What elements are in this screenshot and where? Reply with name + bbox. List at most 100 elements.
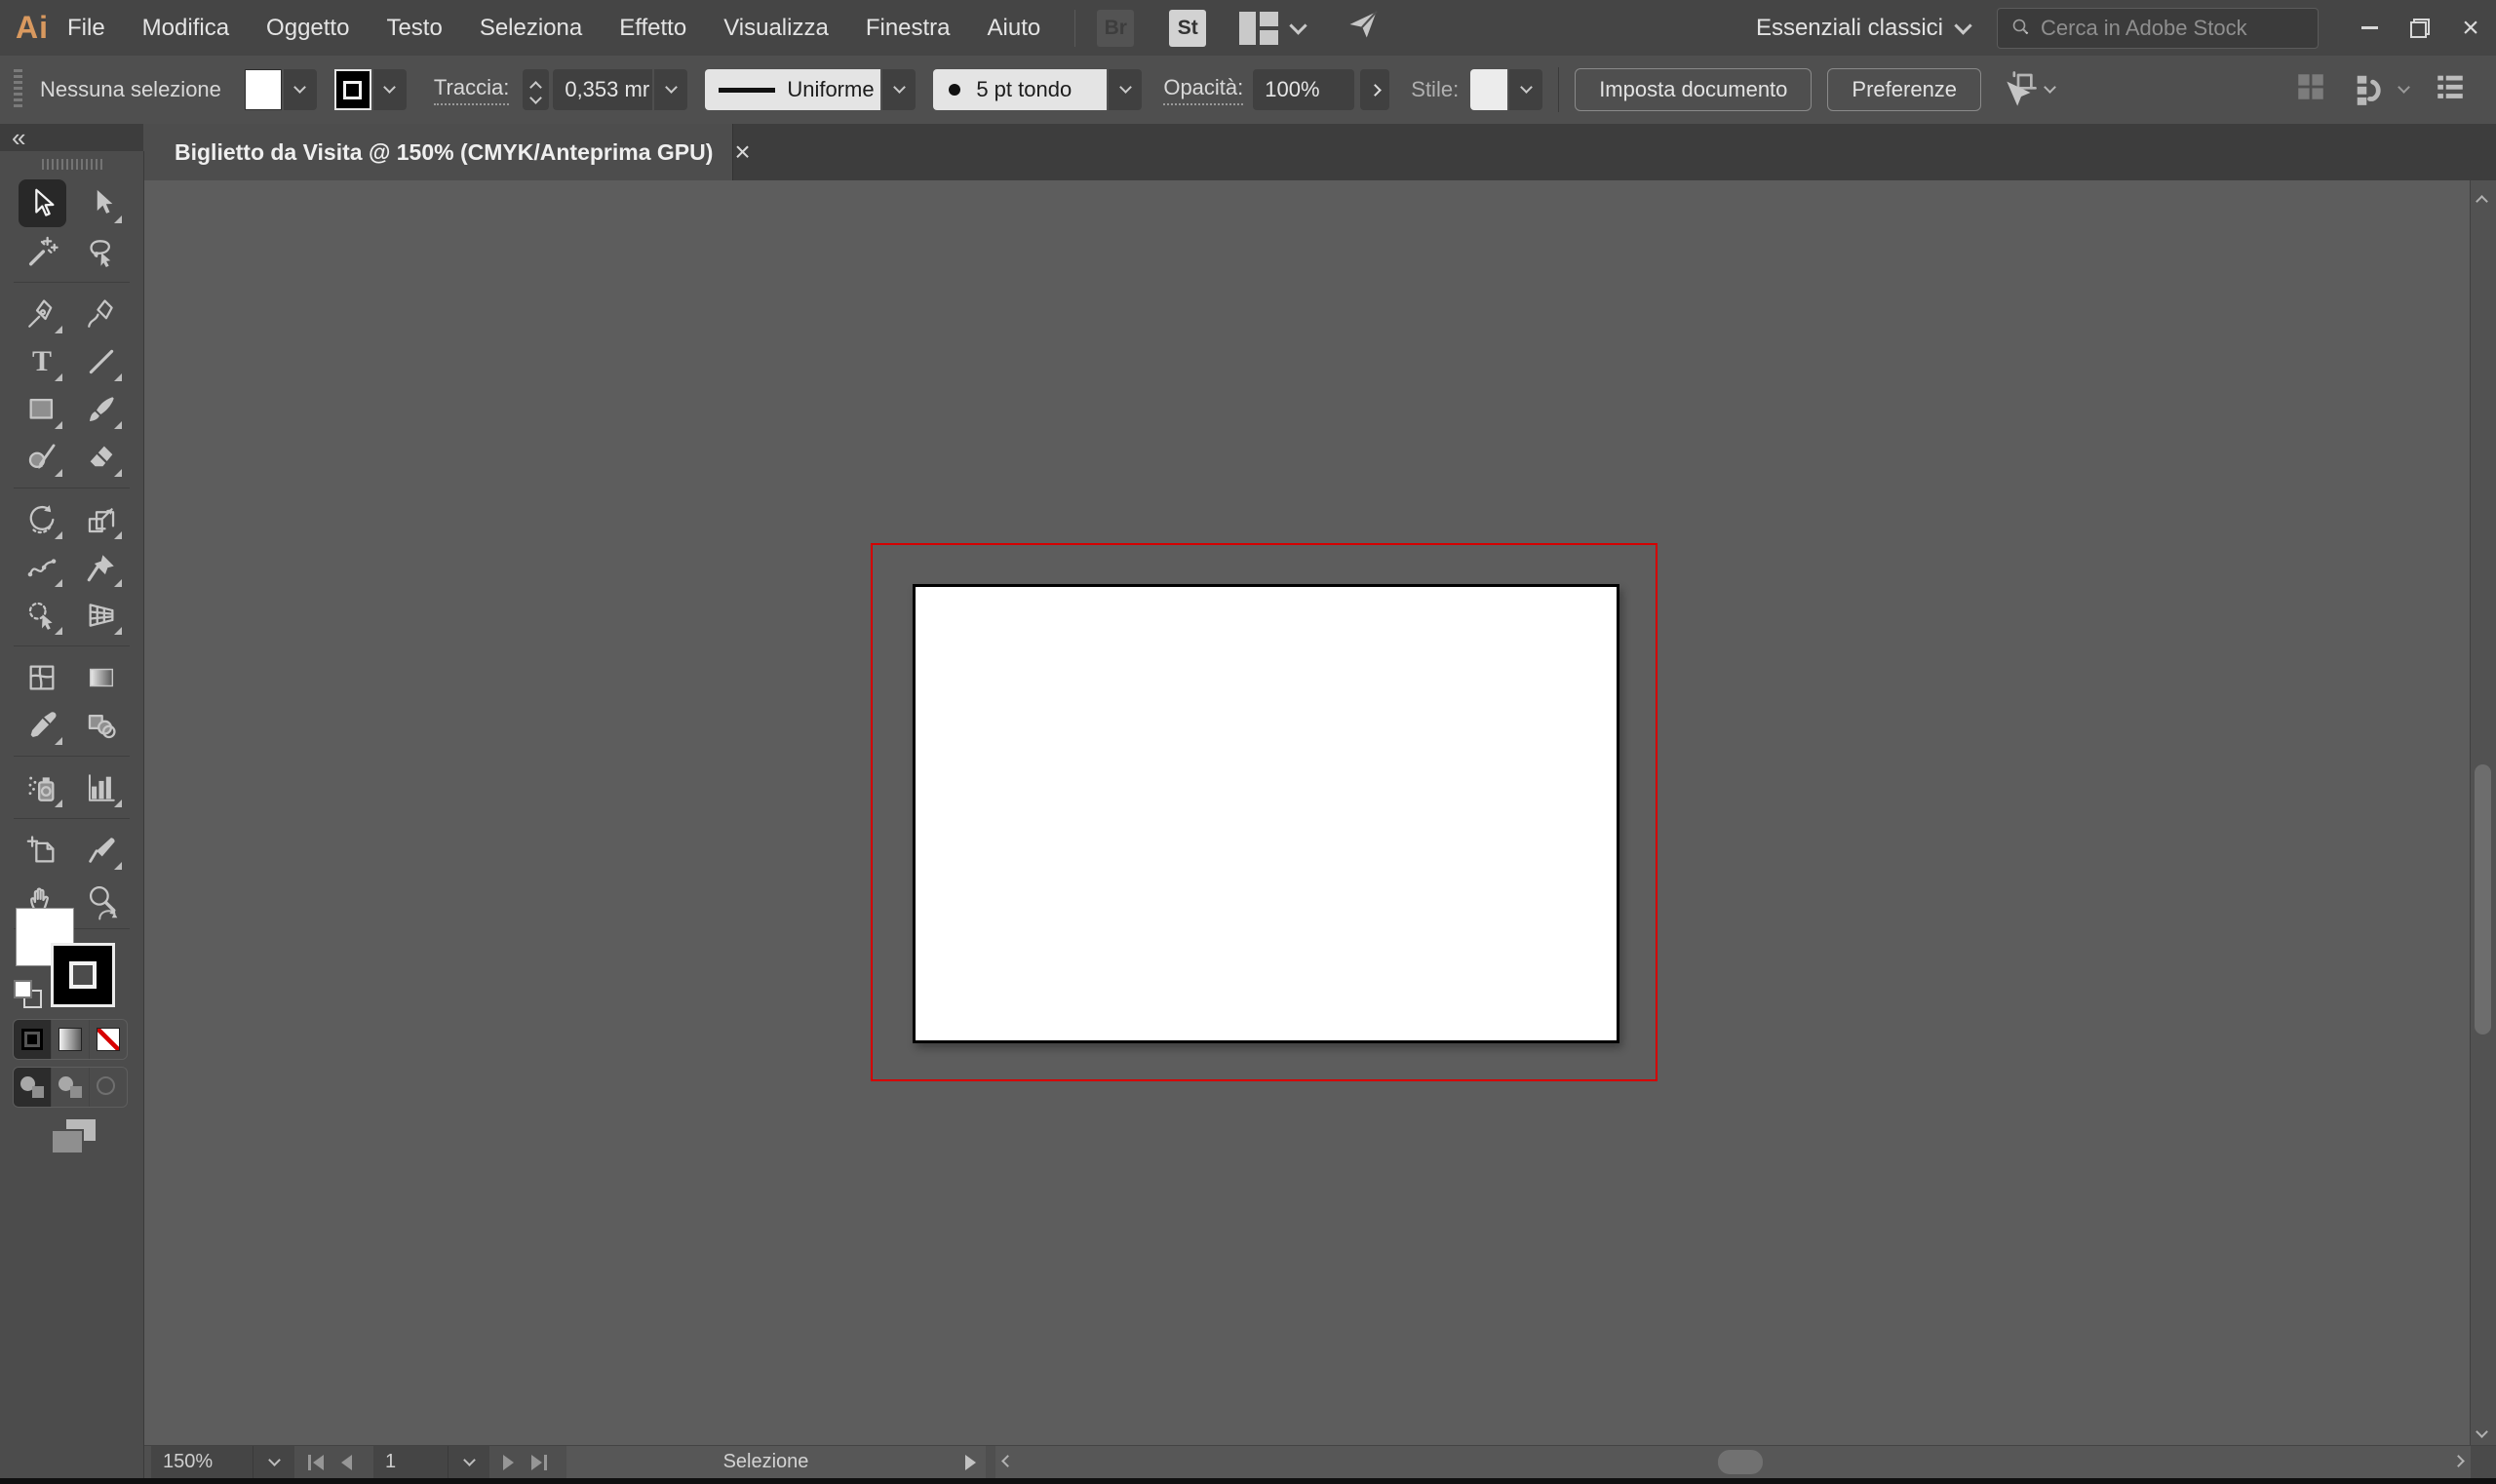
properties-list-icon[interactable] [2434, 70, 2467, 109]
mesh-tool[interactable] [19, 653, 66, 701]
menu-aiuto[interactable]: Aiuto [969, 15, 1060, 42]
menu-testo[interactable]: Testo [368, 15, 460, 42]
stroke-color-control[interactable] [334, 69, 407, 110]
scroll-right-icon[interactable] [2452, 1455, 2465, 1467]
eyedropper-tool[interactable] [19, 701, 66, 749]
stroke-weight-label[interactable]: Traccia: [434, 75, 509, 105]
vertical-scroll-thumb[interactable] [2475, 764, 2491, 1035]
brush-definition-chevron-button[interactable] [1109, 69, 1142, 110]
snap-chevron-icon[interactable] [2398, 81, 2410, 94]
blend-tool[interactable] [78, 701, 126, 749]
minimize-button[interactable] [2344, 7, 2395, 50]
shape-builder-tool[interactable] [19, 591, 66, 639]
selection-tool[interactable] [19, 179, 66, 227]
paintbrush-tool[interactable] [78, 385, 126, 433]
bridge-button[interactable]: Br [1097, 10, 1134, 47]
zoom-dropdown-button[interactable] [253, 1446, 294, 1478]
menu-seleziona[interactable]: Seleziona [461, 15, 601, 42]
vertical-scrollbar[interactable] [2470, 180, 2496, 1446]
stock-button[interactable]: St [1169, 10, 1206, 47]
zoom-level-field[interactable]: 150% [151, 1446, 253, 1478]
style-swatch[interactable] [1470, 69, 1507, 110]
gradient-tool[interactable] [78, 653, 126, 701]
stroke-profile-chevron-button[interactable] [882, 69, 916, 110]
gradient-button[interactable] [52, 1020, 90, 1059]
stroke-swatch[interactable] [334, 69, 371, 110]
panel-grip-icon[interactable] [14, 69, 22, 110]
color-button[interactable] [14, 1020, 52, 1059]
curvature-tool[interactable] [78, 290, 126, 337]
isolate-chevron-icon[interactable] [2044, 81, 2056, 94]
eraser-tool[interactable] [78, 433, 126, 481]
opacity-input[interactable]: 100% [1253, 69, 1354, 110]
shaper-tool[interactable] [19, 433, 66, 481]
close-button[interactable]: × [2445, 7, 2496, 50]
first-artboard-button[interactable] [308, 1455, 324, 1470]
menu-file[interactable]: File [49, 15, 124, 42]
column-graph-tool[interactable] [78, 763, 126, 811]
brush-definition-dropdown[interactable]: 5 pt tondo [933, 69, 1107, 110]
stroke-weight-stepper[interactable] [523, 69, 549, 110]
lasso-tool[interactable] [78, 227, 126, 275]
menu-modifica[interactable]: Modifica [124, 15, 248, 42]
document-tab[interactable]: Biglietto da Visita @ 150% (CMYK/Antepri… [143, 124, 733, 180]
arrange-documents-icon[interactable] [1239, 12, 1278, 45]
rectangle-tool[interactable] [19, 385, 66, 433]
opacity-label[interactable]: Opacità: [1163, 75, 1243, 105]
share-paper-plane-icon[interactable] [1346, 7, 1381, 49]
menu-visualizza[interactable]: Visualizza [705, 15, 847, 42]
artboard-tool[interactable] [19, 826, 66, 874]
stepper-up-icon[interactable] [529, 81, 542, 94]
stroke-weight-dropdown-button[interactable] [654, 69, 687, 110]
scroll-down-icon[interactable] [2476, 1425, 2488, 1438]
status-options-icon[interactable] [965, 1455, 976, 1470]
perspective-grid-tool[interactable] [78, 591, 126, 639]
default-fill-stroke-icon[interactable] [13, 979, 44, 1010]
direct-selection-tool[interactable] [78, 179, 126, 227]
stroke-color-proxy[interactable] [51, 943, 115, 1007]
canvas-pasteboard[interactable] [144, 180, 2471, 1446]
stroke-profile-dropdown[interactable]: Uniforme [705, 69, 880, 110]
collapse-panels-button[interactable]: « [12, 125, 25, 150]
artboard-rectangle[interactable] [913, 584, 1619, 1043]
opacity-panel-button[interactable] [1360, 69, 1389, 110]
slice-tool[interactable] [78, 826, 126, 874]
style-chevron-button[interactable] [1509, 69, 1542, 110]
scroll-left-icon[interactable] [1001, 1455, 1014, 1467]
isolate-selection-icon[interactable] [1999, 70, 2054, 109]
swap-fill-stroke-icon[interactable] [94, 902, 123, 936]
stroke-weight-input[interactable]: 0,353 mr [553, 69, 652, 110]
restore-button[interactable] [2395, 7, 2445, 50]
horizontal-scroll-thumb[interactable] [1718, 1450, 1763, 1474]
document-setup-button[interactable]: Imposta documento [1575, 68, 1812, 111]
screen-mode-icon[interactable] [51, 1119, 96, 1154]
workspace-switcher[interactable]: Essenziali classici [1756, 15, 1970, 42]
puppet-warp-tool[interactable] [78, 543, 126, 591]
menu-oggetto[interactable]: Oggetto [248, 15, 368, 42]
last-artboard-button[interactable] [531, 1455, 547, 1470]
menu-finestra[interactable]: Finestra [847, 15, 969, 42]
adobe-stock-search-input[interactable]: Cerca in Adobe Stock [1997, 8, 2319, 49]
snap-options-control[interactable] [2353, 71, 2408, 108]
grid-view-icon[interactable] [2294, 70, 2327, 109]
stepper-down-icon[interactable] [529, 92, 542, 104]
previous-artboard-button[interactable] [341, 1455, 352, 1470]
line-segment-tool[interactable] [78, 337, 126, 385]
fill-dropdown-button[interactable] [284, 69, 317, 110]
menu-effetto[interactable]: Effetto [601, 15, 705, 42]
width-tool[interactable] [19, 543, 66, 591]
next-artboard-button[interactable] [503, 1455, 514, 1470]
preferences-button[interactable]: Preferenze [1827, 68, 1981, 111]
artboard-number-field[interactable]: 1 [373, 1446, 448, 1478]
rotate-tool[interactable] [19, 495, 66, 543]
fill-swatch[interactable] [245, 69, 282, 110]
tab-close-icon[interactable]: × [734, 138, 750, 166]
scale-tool[interactable] [78, 495, 126, 543]
pen-tool[interactable] [19, 290, 66, 337]
status-display[interactable]: Selezione [566, 1446, 986, 1478]
draw-inside-button[interactable] [90, 1068, 127, 1107]
type-tool[interactable]: T [19, 337, 66, 385]
horizontal-scrollbar[interactable] [995, 1446, 2471, 1478]
stroke-dropdown-button[interactable] [373, 69, 407, 110]
arrange-documents-chevron-icon[interactable] [1290, 17, 1307, 34]
